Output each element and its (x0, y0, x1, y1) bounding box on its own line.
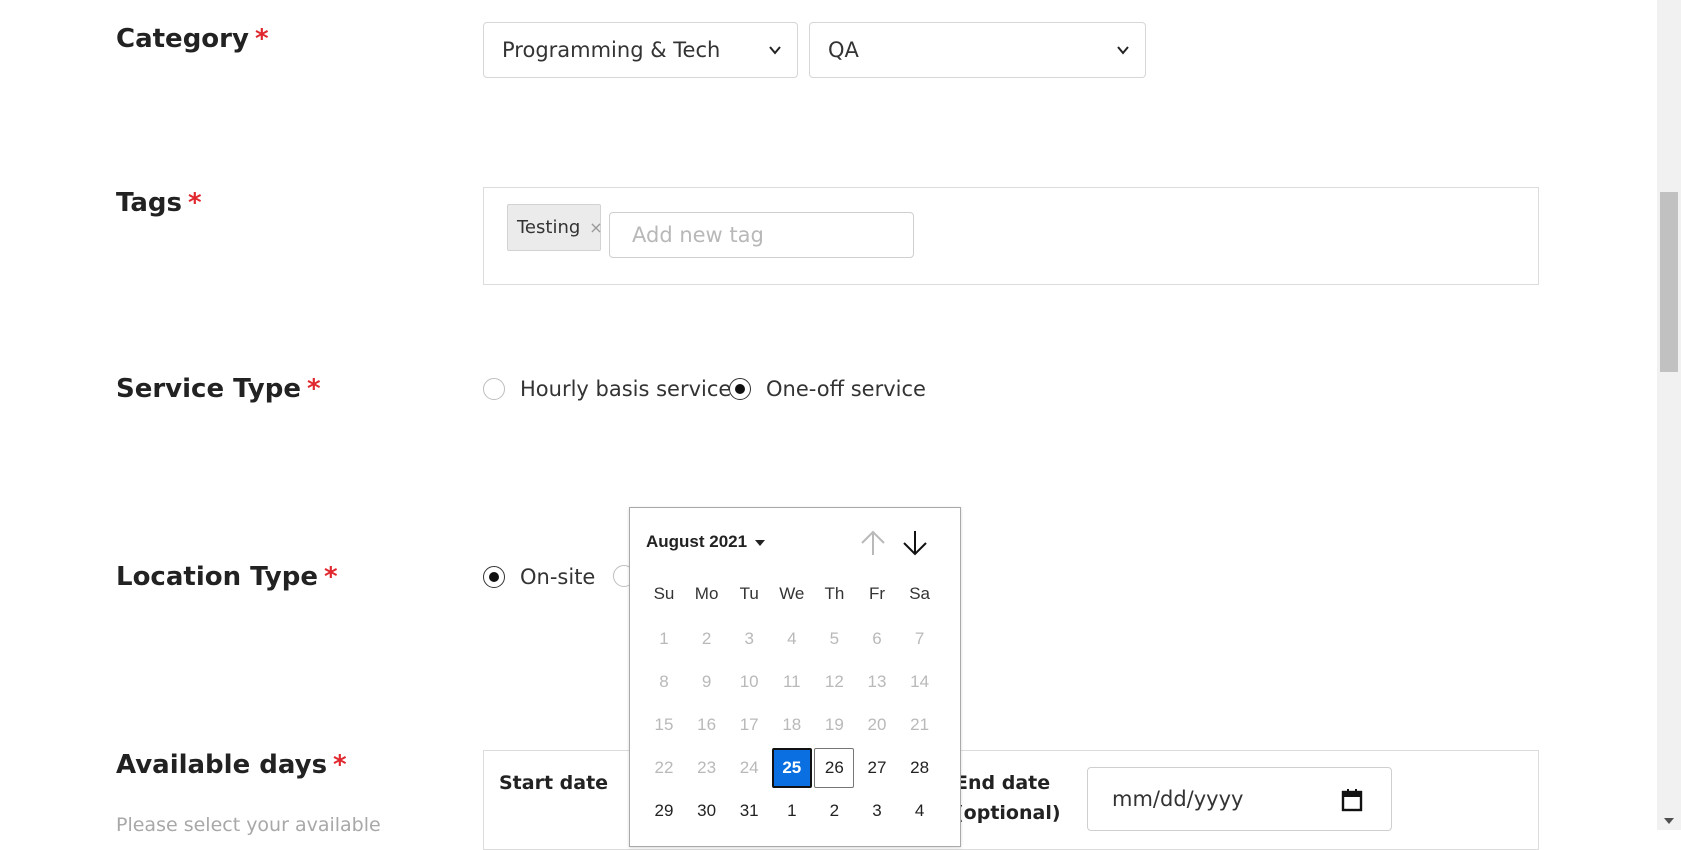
weekday-header: Sa (909, 584, 930, 603)
close-icon[interactable]: × (589, 218, 602, 237)
calendar-day: 18 (782, 715, 802, 734)
calendar-day[interactable]: 2 (814, 791, 854, 831)
scrollbar[interactable] (1657, 0, 1681, 830)
calendar-day: 12 (824, 672, 844, 691)
calendar-day: 22 (654, 758, 674, 777)
weekday-header: Su (653, 584, 675, 603)
radio-circle[interactable] (483, 378, 505, 400)
radio-circle-checked[interactable] (483, 566, 505, 588)
service-type-label: Service Type * (116, 374, 321, 404)
calendar-day: 5 (829, 629, 840, 648)
end-date-label: End date (optional) (955, 772, 1061, 824)
datepicker-popup: August 2021 Su Mo Tu We Th Fr Sa 1 2 3 4 5 6 7 8 9 10 11 1… (629, 507, 961, 847)
required-mark: * (306, 374, 321, 404)
calendar-day[interactable]: 27 (857, 748, 897, 788)
calendar-day[interactable]: 30 (687, 791, 727, 831)
calendar-day: 3 (744, 629, 754, 648)
subcategory-select-value: QA (828, 38, 859, 62)
calendar-day: 4 (787, 629, 797, 648)
calendar-day: 16 (697, 715, 717, 734)
calendar-day: 14 (910, 672, 930, 691)
end-date-input[interactable]: mm/dd/yyyy (1087, 767, 1392, 831)
calendar-day: 19 (824, 715, 844, 734)
available-days-helper: Please select your available (116, 814, 381, 836)
add-tag-input[interactable] (609, 212, 914, 258)
calendar-day: 15 (654, 715, 674, 734)
calendar-day: 2 (701, 629, 712, 648)
tag-chip: Testing × (507, 204, 603, 251)
radio-circle-checked[interactable] (729, 378, 751, 400)
weekday-header: Tu (739, 584, 759, 603)
weekday-header: Mo (694, 584, 719, 603)
end-date-placeholder: mm/dd/yyyy (1112, 787, 1244, 811)
calendar-day: 21 (910, 715, 930, 734)
calendar-day: 7 (914, 629, 925, 648)
category-label: Category * (116, 24, 269, 54)
calendar-day[interactable]: 3 (857, 791, 897, 831)
calendar-day[interactable]: 26 (814, 748, 855, 788)
calendar-day[interactable]: 25 (771, 748, 812, 788)
required-mark: * (333, 750, 347, 780)
calendar-day[interactable]: 4 (900, 791, 940, 831)
scrollbar-thumb[interactable] (1660, 192, 1678, 372)
calendar-day[interactable]: 28 (900, 748, 940, 788)
caret-down-icon (755, 539, 766, 546)
month-year-selector[interactable]: August 2021 (646, 532, 766, 552)
calendar-day: 23 (697, 758, 717, 777)
calendar-day[interactable]: 31 (729, 791, 769, 831)
required-mark: * (324, 562, 338, 592)
arrow-up-icon[interactable] (858, 528, 888, 558)
chevron-down-icon (1117, 46, 1129, 55)
tags-label: Tags * (116, 188, 202, 218)
category-select[interactable]: Programming & Tech (483, 22, 798, 78)
tags-field: Testing × (483, 187, 1539, 285)
calendar-day: 8 (659, 672, 669, 691)
weekday-header: Th (824, 584, 845, 603)
start-date-label: Start date (499, 772, 609, 794)
calendar-day: 6 (872, 629, 882, 648)
tag-chip-text: Testing (517, 217, 581, 238)
calendar-day: 20 (867, 715, 887, 734)
chevron-down-icon (769, 46, 781, 55)
calendar-day[interactable]: 29 (644, 791, 684, 831)
calendar-day: 24 (739, 758, 759, 777)
available-days-label: Available days * (116, 750, 347, 780)
subcategory-select[interactable]: QA (809, 22, 1146, 78)
required-mark: * (188, 188, 202, 218)
calendar-day: 1 (659, 629, 669, 648)
calendar-day: 10 (739, 672, 759, 691)
arrow-down-icon[interactable] (900, 528, 930, 558)
category-select-value: Programming & Tech (502, 38, 721, 62)
scroll-down-arrow-icon[interactable] (1664, 818, 1674, 824)
calendar-day: 17 (739, 715, 759, 734)
calendar-day: 11 (782, 672, 801, 691)
location-type-label: Location Type * (116, 562, 338, 592)
radio-hourly-service[interactable]: Hourly basis service (483, 377, 731, 401)
radio-one-off-service[interactable]: One-off service (729, 377, 926, 401)
calendar-day: 9 (701, 672, 712, 691)
calendar-day: 13 (867, 672, 887, 691)
radio-on-site[interactable]: On-site (483, 565, 595, 589)
calendar-icon[interactable] (1341, 788, 1363, 812)
required-mark: * (254, 24, 269, 54)
calendar-day[interactable]: 1 (772, 791, 812, 831)
weekday-header: We (779, 584, 805, 603)
weekday-header: Fr (868, 584, 886, 603)
